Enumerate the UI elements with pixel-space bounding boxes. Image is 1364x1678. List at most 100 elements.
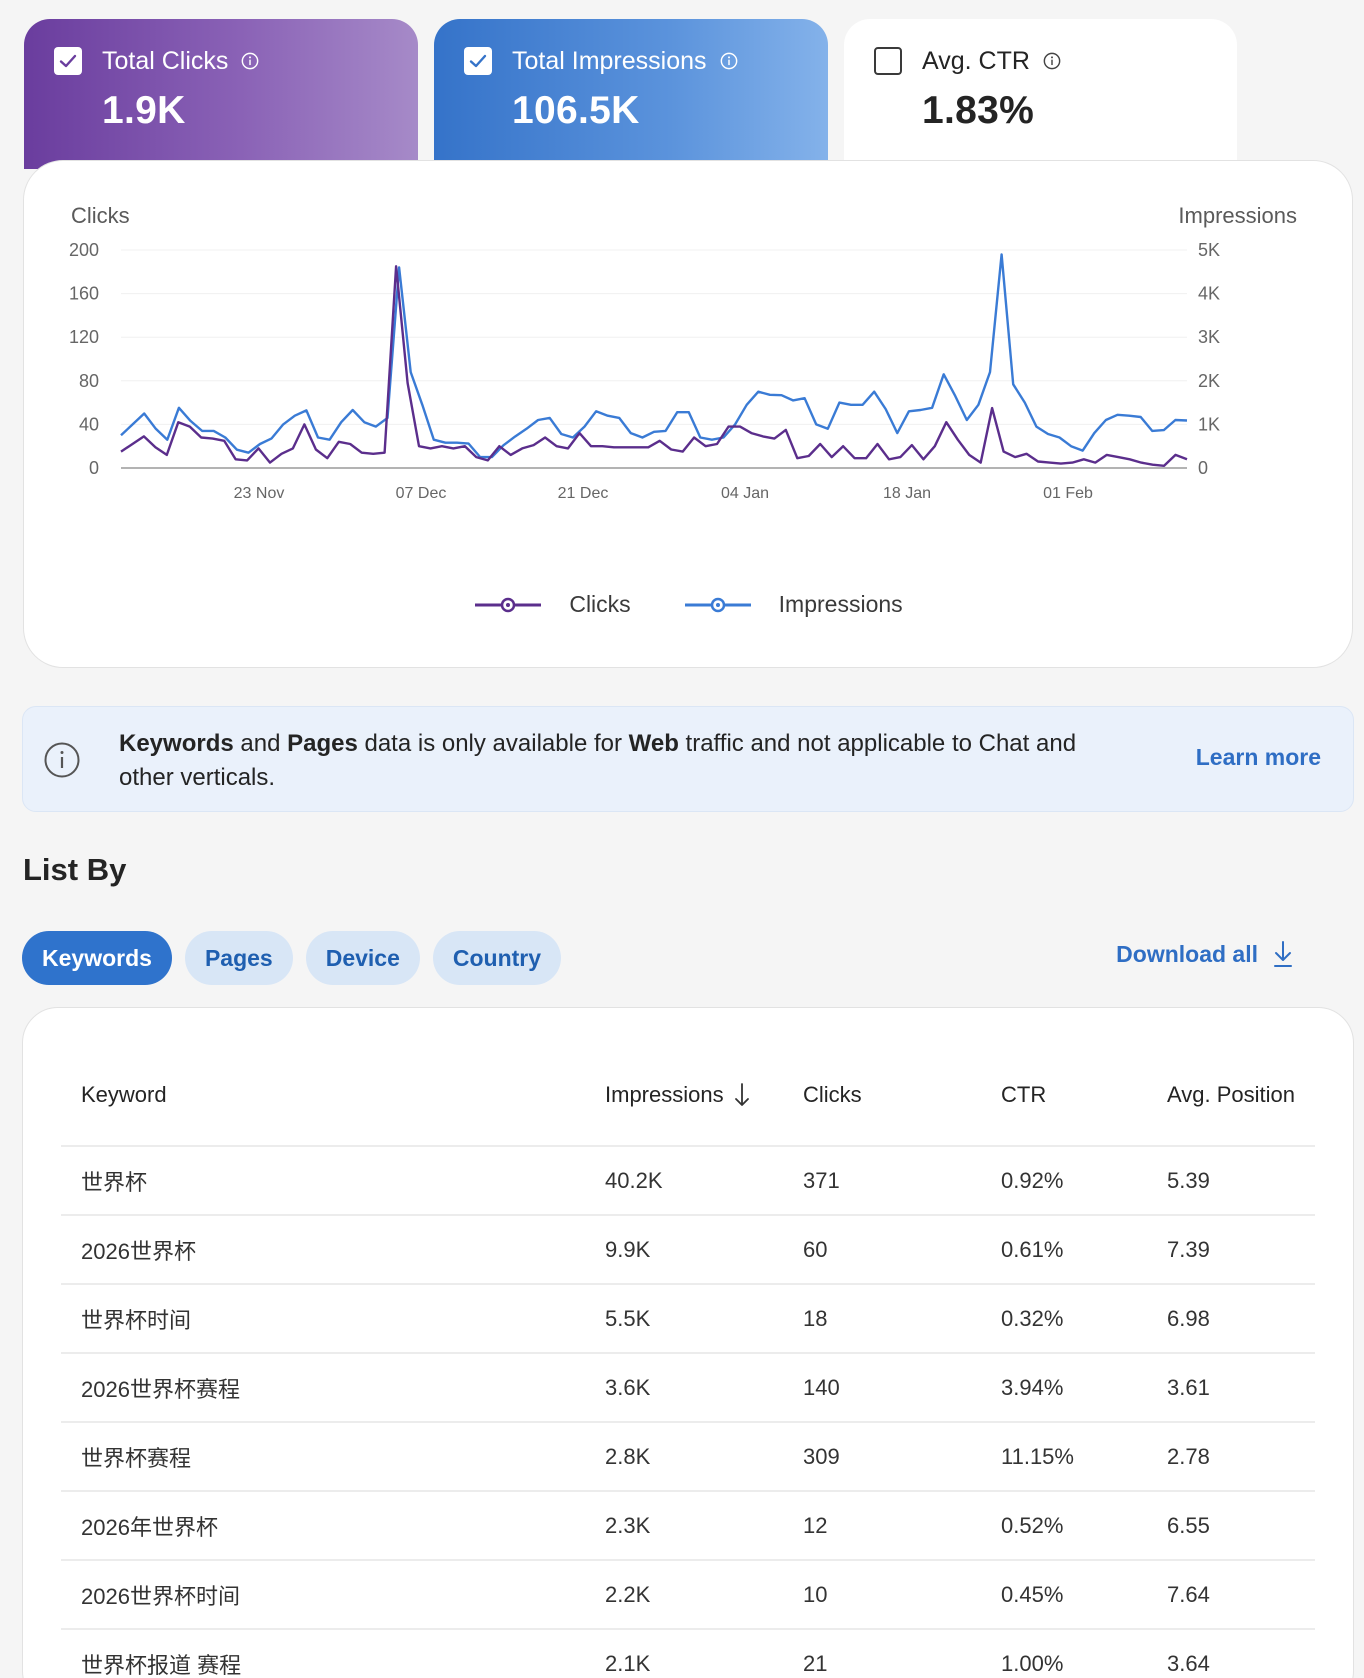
metric-value: 1.83% [922,89,1035,132]
impressions-cell: 2.8K [605,1443,651,1469]
impressions-cell: 2.2K [605,1581,651,1607]
chart-legend: Clicks Impressions [24,591,1352,618]
avg-position-cell: 2.78 [1167,1443,1210,1469]
impressions-series-line [120,253,1188,459]
banner-message: Keywords and Pages data is only availabl… [119,727,1119,795]
right-axis-tick: 0 [1198,458,1208,478]
ctr-cell: 11.15% [1001,1443,1074,1469]
keywords-table: Keyword Impressions Clicks CTR Avg. Posi… [61,1044,1315,1678]
clicks-series-line [120,265,1188,467]
avg-position-cell: 3.64 [1167,1650,1210,1676]
x-axis-tick: 07 Dec [396,485,447,502]
table-row[interactable]: 世界杯赛程 2.8K 309 11.15% 2.78 [61,1423,1315,1492]
header-avg-position[interactable]: Avg. Position [1147,1082,1315,1108]
performance-chart-card: Clicks Impressions 200 160 120 80 40 0 5K 4K 3K… [23,160,1353,668]
clicks-cell: 21 [803,1650,828,1676]
header-impressions-label: Impressions [605,1081,724,1107]
tab-country[interactable]: Country [432,931,562,985]
info-icon[interactable] [241,52,259,70]
ctr-cell: 0.61% [1001,1236,1064,1262]
table-row[interactable]: 世界杯时间 5.5K 18 0.32% 6.98 [61,1285,1315,1354]
table-row[interactable]: 世界杯报道 赛程 2.1K 21 1.00% 3.64 [61,1630,1315,1678]
metric-label: Avg. CTR [922,46,1030,75]
x-axis-tick: 18 Jan [883,485,931,502]
x-axis-tick: 21 Dec [558,485,609,502]
ctr-cell: 0.32% [1001,1305,1064,1331]
avg-position-cell: 5.39 [1167,1167,1210,1193]
banner-text-part: and [233,730,288,757]
keyword-cell: 2026年世界杯 [81,1514,218,1540]
table-row[interactable]: 世界杯 40.2K 371 0.92% 5.39 [61,1147,1315,1216]
right-axis-tick: 4K [1198,284,1220,304]
info-banner: Keywords and Pages data is only availabl… [22,706,1354,812]
keyword-cell: 世界杯 [81,1169,148,1195]
info-icon[interactable] [1043,52,1061,70]
right-axis-tick: 2K [1198,371,1220,391]
header-ctr[interactable]: CTR [981,1082,1147,1108]
keywords-table-card: Keyword Impressions Clicks CTR Avg. Posi… [22,1007,1354,1678]
left-axis-tick: 0 [89,458,99,478]
clicks-legend-marker-icon [475,597,542,612]
table-row[interactable]: 2026年世界杯 2.3K 12 0.52% 6.55 [61,1492,1315,1561]
impressions-checkbox[interactable] [464,47,492,75]
keyword-cell: 2026世界杯赛程 [81,1376,240,1402]
header-clicks[interactable]: Clicks [783,1082,981,1108]
right-axis-tick: 3K [1198,327,1220,347]
left-axis-tick: 120 [69,327,99,347]
table-header-row: Keyword Impressions Clicks CTR Avg. Posi… [61,1044,1315,1147]
ctr-cell: 0.52% [1001,1512,1064,1538]
right-axis-tick: 5K [1198,240,1220,260]
impressions-cell: 5.5K [605,1305,651,1331]
table-body: 世界杯 40.2K 371 0.92% 5.39 2026世界杯 9.9K 60 0.61% 7.… [61,1147,1315,1678]
header-keyword[interactable]: Keyword [61,1082,585,1108]
performance-chart: Clicks Impressions 200 160 120 80 40 0 5K 4K 3K… [69,203,1297,502]
ctr-checkbox[interactable] [874,47,902,75]
right-axis-tick: 1K [1198,414,1220,434]
clicks-cell: 140 [803,1374,840,1400]
ctr-cell: 1.00% [1001,1650,1064,1676]
impressions-cell: 2.3K [605,1512,651,1538]
info-icon[interactable] [720,52,738,70]
total-impressions-card[interactable]: Total Impressions 106.5K [434,19,828,169]
checkmark-icon [469,54,487,68]
total-clicks-card[interactable]: Total Clicks 1.9K [24,19,418,169]
ctr-cell: 0.92% [1001,1167,1064,1193]
avg-position-cell: 6.55 [1167,1512,1210,1538]
avg-ctr-card[interactable]: Avg. CTR 1.83% [844,19,1237,169]
left-axis-tick: 40 [79,414,99,434]
keyword-cell: 2026世界杯 [81,1238,196,1264]
impressions-legend-marker-icon [684,597,751,612]
legend-item-clicks[interactable]: Clicks [473,591,631,618]
legend-item-impressions[interactable]: Impressions [683,591,903,618]
clicks-cell: 12 [803,1512,828,1538]
table-row[interactable]: 2026世界杯赛程 3.6K 140 3.94% 3.61 [61,1354,1315,1423]
keyword-cell: 世界杯赛程 [81,1445,192,1471]
x-axis-tick: 04 Jan [721,485,769,502]
metric-value: 1.9K [102,89,186,132]
left-axis-tick: 200 [69,240,99,260]
list-by-title: List By [23,852,127,887]
clicks-cell: 18 [803,1305,828,1331]
right-axis-title: Impressions [1178,203,1297,228]
learn-more-link[interactable]: Learn more [1196,744,1321,771]
tab-pages[interactable]: Pages [184,931,293,985]
avg-position-cell: 3.61 [1167,1374,1210,1400]
keyword-cell: 世界杯报道 赛程 [81,1652,242,1678]
sort-descending-icon [734,1082,749,1106]
header-impressions[interactable]: Impressions [585,1082,783,1108]
banner-text-part: data is only available for [357,730,629,757]
metric-label: Total Clicks [102,46,229,75]
clicks-checkbox[interactable] [54,47,82,75]
legend-label: Impressions [778,591,903,617]
x-axis-tick: 01 Feb [1043,485,1093,502]
download-all-button[interactable]: Download all [1116,940,1294,968]
clicks-cell: 309 [803,1443,840,1469]
table-row[interactable]: 2026世界杯时间 2.2K 10 0.45% 7.64 [61,1561,1315,1630]
ctr-cell: 0.45% [1001,1581,1064,1607]
tab-keywords[interactable]: Keywords [22,931,172,985]
tab-device[interactable]: Device [305,931,420,985]
download-label: Download all [1116,940,1258,967]
x-axis-tick: 23 Nov [234,485,285,502]
metric-value: 106.5K [512,89,640,132]
table-row[interactable]: 2026世界杯 9.9K 60 0.61% 7.39 [61,1216,1315,1285]
